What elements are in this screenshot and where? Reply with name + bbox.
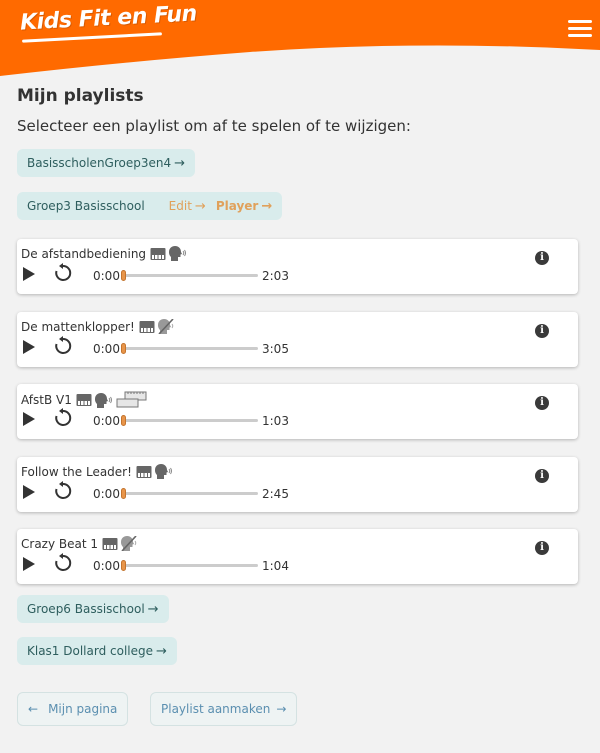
arrow-right-icon: →: [174, 155, 186, 171]
arrow-left-icon: ←: [28, 702, 39, 716]
seek-handle[interactable]: [121, 270, 126, 281]
voice-icon: [154, 464, 172, 479]
current-time: 0:00: [93, 269, 120, 283]
hamburger-menu-icon[interactable]: [568, 20, 592, 38]
track-title: Follow the Leader!: [21, 464, 132, 479]
seek-bar[interactable]: [121, 270, 258, 281]
play-icon[interactable]: [22, 266, 36, 282]
my-page-label: Mijn pagina: [48, 702, 118, 716]
voice-icon: [94, 392, 112, 408]
seek-bar[interactable]: [121, 343, 258, 354]
piano-icon: [150, 247, 166, 260]
blocks-icon: [116, 391, 147, 408]
voice-muted-icon: [121, 536, 137, 551]
seek-bar[interactable]: [121, 560, 258, 571]
current-time: 0:00: [93, 342, 120, 356]
my-page-button[interactable]: ← Mijn pagina: [17, 692, 129, 726]
duration: 1:03: [262, 414, 289, 428]
track-title: De afstandbediening: [21, 246, 147, 261]
info-icon[interactable]: i: [535, 324, 549, 338]
page-title: Mijn playlists: [17, 86, 144, 106]
play-icon[interactable]: [22, 411, 36, 427]
duration: 2:45: [262, 487, 289, 501]
track-title: De mattenklopper!: [21, 319, 135, 334]
restart-icon[interactable]: [53, 553, 73, 573]
track-card: De mattenklopper! 0:00 3:05 i: [17, 312, 578, 367]
piano-icon: [139, 320, 155, 333]
track-card: Crazy Beat 1 0:00 1:04 i: [17, 529, 578, 584]
track-card: De afstandbediening 0:00 2:03 i: [17, 239, 578, 294]
seek-handle[interactable]: [121, 343, 126, 354]
info-icon[interactable]: i: [535, 469, 549, 483]
seek-handle[interactable]: [121, 560, 126, 571]
player-link[interactable]: Player →: [216, 199, 272, 214]
track-title: AfstB V1: [21, 393, 72, 407]
edit-link[interactable]: Edit →: [169, 199, 206, 214]
playlist-button-active[interactable]: Groep3 Basisschool Edit → Player →: [17, 192, 283, 220]
arrow-right-icon: →: [156, 643, 167, 659]
play-icon[interactable]: [22, 339, 36, 355]
playlist-button[interactable]: BasisscholenGroep3en4 →: [17, 149, 196, 177]
duration: 1:04: [262, 559, 289, 573]
create-playlist-label: Playlist aanmaken: [161, 702, 271, 716]
track-card: Follow the Leader! 0:00 2:45 i: [17, 457, 578, 512]
voice-icon: [169, 246, 187, 261]
seek-bar[interactable]: [121, 415, 258, 426]
playlist-name: Klas1 Dollard college: [27, 644, 154, 658]
playlist-button[interactable]: Groep6 Bassischool →: [17, 595, 169, 623]
play-icon[interactable]: [22, 556, 36, 572]
playlist-name: BasisscholenGroep3en4: [27, 156, 172, 170]
seek-handle[interactable]: [121, 488, 126, 499]
info-icon[interactable]: i: [535, 541, 549, 555]
arrow-right-icon: →: [147, 601, 159, 617]
info-icon[interactable]: i: [535, 251, 549, 265]
restart-icon[interactable]: [53, 336, 73, 356]
restart-icon[interactable]: [53, 408, 73, 428]
playlist-name: Groep6 Bassischool: [27, 602, 145, 616]
track-card: AfstB V1 0:00 1:03 i: [17, 384, 578, 439]
restart-icon[interactable]: [53, 263, 73, 283]
current-time: 0:00: [93, 414, 120, 428]
piano-icon: [136, 465, 152, 478]
track-title: Crazy Beat 1: [21, 536, 99, 551]
arrow-right-icon: →: [194, 198, 206, 214]
playlist-button[interactable]: Klas1 Dollard college →: [17, 637, 177, 665]
page-subtitle: Selecteer een playlist om af te spelen o…: [17, 117, 411, 135]
playlist-name: Groep3 Basisschool: [27, 199, 145, 213]
voice-muted-icon: [157, 319, 174, 334]
arrow-right-icon: →: [261, 198, 273, 214]
seek-handle[interactable]: [121, 415, 126, 426]
create-playlist-button[interactable]: Playlist aanmaken →: [150, 692, 298, 726]
duration: 3:05: [262, 342, 289, 356]
restart-icon[interactable]: [53, 481, 73, 501]
current-time: 0:00: [93, 487, 120, 501]
seek-bar[interactable]: [121, 488, 258, 499]
duration: 2:03: [262, 269, 289, 283]
piano-icon: [76, 394, 92, 406]
piano-icon: [102, 537, 118, 550]
play-icon[interactable]: [22, 484, 36, 500]
arrow-right-icon: →: [276, 702, 287, 716]
current-time: 0:00: [93, 559, 120, 573]
header: Kids Fit en Fun: [0, 0, 600, 78]
info-icon[interactable]: i: [535, 396, 549, 410]
